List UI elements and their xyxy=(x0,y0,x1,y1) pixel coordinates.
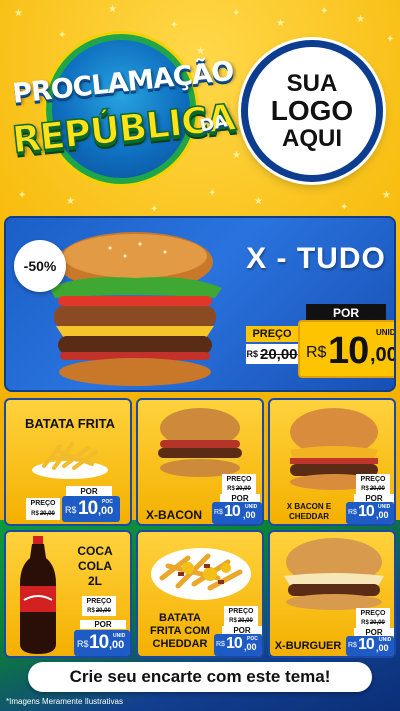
por-label: POR xyxy=(220,494,260,503)
old-currency: R$ xyxy=(87,608,95,614)
preco-label: PREÇO xyxy=(222,474,256,484)
hero-old-price: R$ 20,00 xyxy=(246,344,298,364)
price-box: R$ 10 POC ,00 xyxy=(62,496,120,522)
hero-price-int: 10 xyxy=(328,330,369,372)
product-name-line2: FRITA COM xyxy=(150,625,210,638)
preco-label: PREÇO xyxy=(356,474,390,484)
your-logo-placeholder[interactable]: SUA LOGO AQUI xyxy=(241,40,383,182)
soda-bottle-image xyxy=(20,536,56,654)
old-value: 20,00 xyxy=(237,618,253,624)
hero-preco-label: PREÇO xyxy=(246,326,298,342)
currency: R$ xyxy=(348,509,357,516)
price-box: R$ 10 UNID ,00 xyxy=(74,630,130,656)
product-name: X BACON E CHEDDAR xyxy=(286,502,332,521)
price-cents: ,00 xyxy=(376,510,389,520)
old-price: R$ 20,00 xyxy=(356,484,390,494)
product-card-x-bacon-cheddar[interactable]: X BACON E CHEDDAR PREÇO R$ 20,00 POR R$ 1… xyxy=(268,398,396,526)
old-currency: R$ xyxy=(361,486,369,492)
product-name-line3: 2L xyxy=(87,574,102,588)
price-int: 10 xyxy=(78,498,98,519)
product-name-line2: COLA xyxy=(78,559,112,573)
hero-unit: UNID xyxy=(376,328,396,337)
preco-label: PREÇO xyxy=(224,606,258,616)
price-box: R$ 10 POC ,00 xyxy=(214,634,262,656)
product-card-x-burguer[interactable]: X-BURGUER PREÇO R$ 20,00 POR R$ 10 UNID ,… xyxy=(268,530,396,658)
currency: R$ xyxy=(216,641,225,648)
price-int: 10 xyxy=(358,503,375,520)
old-value: 20,00 xyxy=(369,620,385,626)
por-label: POR xyxy=(66,486,112,496)
preco-label: PREÇO xyxy=(26,498,60,508)
old-price: R$ 20,00 xyxy=(82,606,116,616)
preco-label: PREÇO xyxy=(356,608,390,618)
product-name: BATATA FRITA COM CHEDDAR xyxy=(142,612,218,652)
old-value: 20,00 xyxy=(235,486,251,492)
currency: R$ xyxy=(348,642,357,649)
por-label: POR xyxy=(80,620,126,629)
hero-old-currency: R$ xyxy=(246,349,258,359)
product-name: COCA COLA 2L xyxy=(70,544,120,589)
discount-badge: -50% xyxy=(14,240,66,292)
burger-image xyxy=(50,232,222,386)
price-int: 10 xyxy=(224,503,241,520)
your-logo-line2: LOGO xyxy=(270,95,354,127)
old-currency: R$ xyxy=(227,486,235,492)
product-card-batata-frita[interactable]: BATATA FRITA PREÇO R$ 20,00 POR R$ 10 POC… xyxy=(4,398,132,526)
old-value: 20,00 xyxy=(369,486,385,492)
product-name-line1: COCA xyxy=(77,544,113,558)
price-cents: ,00 xyxy=(243,510,256,520)
product-name-line3: CHEDDAR xyxy=(152,638,208,651)
hero-old-value: 20,00 xyxy=(259,345,298,363)
price-cents: ,00 xyxy=(376,643,389,653)
por-label: POR xyxy=(354,628,394,637)
fries-image xyxy=(32,442,108,479)
old-value: 20,00 xyxy=(95,608,111,614)
old-currency: R$ xyxy=(229,618,237,624)
burger-image xyxy=(284,538,384,610)
your-logo-line3: AQUI xyxy=(282,124,342,152)
price-cents: ,00 xyxy=(244,642,257,652)
disclaimer-text: *Imagens Meramente Ilustrativas xyxy=(6,697,123,706)
product-name: X-BACON xyxy=(146,508,202,522)
product-card-batata-cheddar[interactable]: BATATA FRITA COM CHEDDAR PREÇO R$ 20,00 P… xyxy=(136,530,264,658)
price-cents: ,00 xyxy=(98,505,114,517)
hero-offer[interactable]: -50% X - TUDO PREÇO R$ 20,00 POR R$ 10 U… xyxy=(4,216,396,392)
product-card-x-bacon[interactable]: X-BACON PREÇO R$ 20,00 POR R$ 10 UNID ,00 xyxy=(136,398,264,526)
product-name-line1: BATATA xyxy=(159,612,201,624)
por-label: POR xyxy=(354,494,394,503)
old-value: 20,00 xyxy=(39,511,55,517)
price-int: 10 xyxy=(226,635,243,652)
old-price: R$ 20,00 xyxy=(356,618,390,628)
price-int: 10 xyxy=(89,632,109,653)
price-box: R$ 10 UNID ,00 xyxy=(212,502,262,524)
preco-label: PREÇO xyxy=(82,596,116,606)
old-currency: R$ xyxy=(31,511,39,517)
currency: R$ xyxy=(77,639,89,649)
old-price: R$ 20,00 xyxy=(224,616,258,626)
price-box: R$ 10 UNID ,00 xyxy=(346,636,394,656)
por-label: POR xyxy=(222,626,262,635)
price-int: 10 xyxy=(358,636,375,653)
hero-product-name: X - TUDO xyxy=(246,242,386,275)
product-name: X-BURGUER xyxy=(274,640,342,652)
event-logo: PROCLAMAÇÃO REPÚBLICA DA xyxy=(10,30,238,190)
price-cents: ,00 xyxy=(109,639,125,651)
product-name: BATATA FRITA xyxy=(24,416,115,431)
hero-price: R$ 10 UNID ,00 xyxy=(298,320,396,378)
hero-currency: R$ xyxy=(306,344,327,361)
currency: R$ xyxy=(65,505,77,515)
old-price: R$ 20,00 xyxy=(222,484,256,494)
burger-image xyxy=(158,408,242,477)
currency: R$ xyxy=(214,509,223,516)
price-box: R$ 10 UNID ,00 xyxy=(346,502,394,524)
cheddar-fries-image xyxy=(151,548,251,600)
cta-button[interactable]: Crie seu encarte com este tema! xyxy=(28,662,372,692)
hero-price-cents: ,00 xyxy=(370,344,396,366)
old-currency: R$ xyxy=(361,620,369,626)
your-logo-line1: SUA xyxy=(286,70,338,98)
old-price: R$ 20,00 xyxy=(26,508,60,520)
product-card-coca-cola[interactable]: COCA COLA 2L PREÇO R$ 20,00 POR R$ 10 UNI… xyxy=(4,530,132,658)
